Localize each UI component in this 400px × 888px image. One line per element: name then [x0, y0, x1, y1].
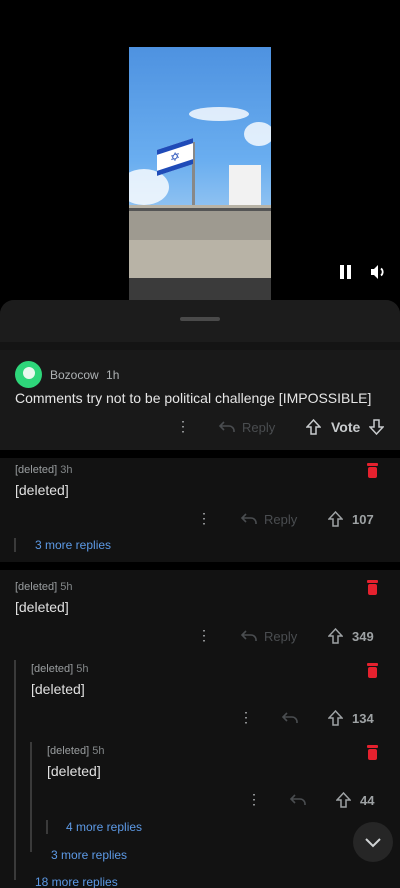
upvote-icon[interactable]	[328, 710, 343, 726]
comment-meta: [deleted] 5h	[15, 581, 73, 593]
video-player[interactable]: ✡	[0, 0, 400, 300]
volume-icon[interactable]	[368, 262, 388, 282]
comment-meta: Bozocow 1h	[50, 368, 119, 382]
timestamp: 5h	[76, 663, 89, 675]
comment-thread: [deleted] 5h [deleted] ⋮ Reply 349 [dele…	[0, 570, 400, 888]
more-replies-link[interactable]: 3 more replies	[51, 848, 127, 862]
reply-icon[interactable]	[289, 793, 307, 807]
username: [deleted]	[47, 745, 90, 757]
more-replies-link[interactable]: 3 more replies	[35, 538, 111, 552]
comment-actions: ⋮ Reply 349	[0, 627, 400, 647]
thread-line	[14, 538, 16, 552]
vote-count: 134	[352, 711, 374, 726]
comment-actions: ⋮ 134	[0, 709, 400, 729]
username: [deleted]	[31, 663, 74, 675]
reply-button[interactable]: Reply	[264, 512, 297, 527]
sheet-header	[0, 300, 400, 342]
comment-meta: [deleted] 3h	[15, 464, 73, 476]
comment-actions: ⋮ Reply 107	[0, 510, 400, 530]
divider	[0, 450, 400, 458]
username[interactable]: Bozocow	[50, 368, 99, 382]
timestamp: 1h	[106, 368, 120, 382]
timestamp: 3h	[60, 464, 73, 476]
upvote-icon[interactable]	[328, 511, 343, 527]
upvote-icon[interactable]	[336, 792, 351, 808]
vote-count: 349	[352, 629, 374, 644]
more-options-icon[interactable]: ⋮	[247, 791, 261, 808]
divider	[0, 562, 400, 570]
more-options-icon[interactable]: ⋮	[197, 510, 211, 527]
comments-sheet[interactable]: Bozocow 1h Comments try not to be politi…	[0, 300, 400, 888]
more-options-icon[interactable]: ⋮	[176, 418, 190, 435]
comment-body: [deleted]	[15, 599, 69, 615]
comment-body: [deleted]	[31, 681, 85, 697]
delete-icon[interactable]	[366, 463, 379, 478]
reply-icon[interactable]	[281, 711, 299, 725]
vote-count: 44	[360, 793, 375, 808]
thread-line	[46, 820, 48, 834]
timestamp: 5h	[60, 581, 73, 593]
cloud	[189, 107, 249, 121]
comment-body: [deleted]	[15, 482, 69, 498]
cloud	[244, 122, 271, 146]
delete-icon[interactable]	[366, 745, 379, 760]
railing	[129, 208, 271, 240]
timestamp: 5h	[92, 745, 105, 757]
comment-body: [deleted]	[47, 763, 101, 779]
reply-icon[interactable]	[218, 420, 236, 434]
more-replies-link[interactable]: 4 more replies	[66, 820, 142, 834]
more-options-icon[interactable]: ⋮	[197, 627, 211, 644]
comment-meta: [deleted] 5h	[31, 663, 89, 675]
cloud	[129, 169, 169, 205]
username: [deleted]	[15, 581, 58, 593]
comment: [deleted] 3h [deleted] ⋮ Reply 107 3 mor…	[0, 458, 400, 562]
vote-count: 107	[352, 512, 374, 527]
comment-actions: ⋮ Reply Vote	[0, 418, 400, 440]
chevron-down-icon	[365, 838, 381, 848]
comment-body: Comments try not to be political challen…	[15, 390, 372, 406]
wall-stripe	[129, 278, 271, 300]
delete-icon[interactable]	[366, 663, 379, 678]
drag-handle[interactable]	[180, 317, 220, 321]
post-comment: Bozocow 1h Comments try not to be politi…	[0, 350, 400, 450]
vote-label: Vote	[331, 419, 361, 435]
flag-star: ✡	[169, 148, 181, 166]
scroll-down-button[interactable]	[353, 822, 393, 862]
reply-icon[interactable]	[240, 629, 258, 643]
building	[129, 205, 271, 300]
more-options-icon[interactable]: ⋮	[239, 709, 253, 726]
pause-icon[interactable]	[339, 265, 353, 279]
reply-button[interactable]: Reply	[264, 629, 297, 644]
avatar[interactable]	[15, 361, 42, 388]
flag: ✡	[157, 138, 193, 176]
more-replies-link[interactable]: 18 more replies	[35, 875, 118, 888]
reply-icon[interactable]	[240, 512, 258, 526]
upvote-icon[interactable]	[328, 628, 343, 644]
video-frame[interactable]: ✡	[129, 47, 271, 300]
delete-icon[interactable]	[366, 580, 379, 595]
downvote-icon[interactable]	[369, 419, 384, 435]
comment-actions: ⋮ 44	[0, 791, 400, 811]
reply-button[interactable]: Reply	[242, 420, 275, 435]
comment-meta: [deleted] 5h	[47, 745, 105, 757]
thread-line	[14, 660, 16, 880]
username: [deleted]	[15, 464, 58, 476]
upvote-icon[interactable]	[306, 419, 321, 435]
